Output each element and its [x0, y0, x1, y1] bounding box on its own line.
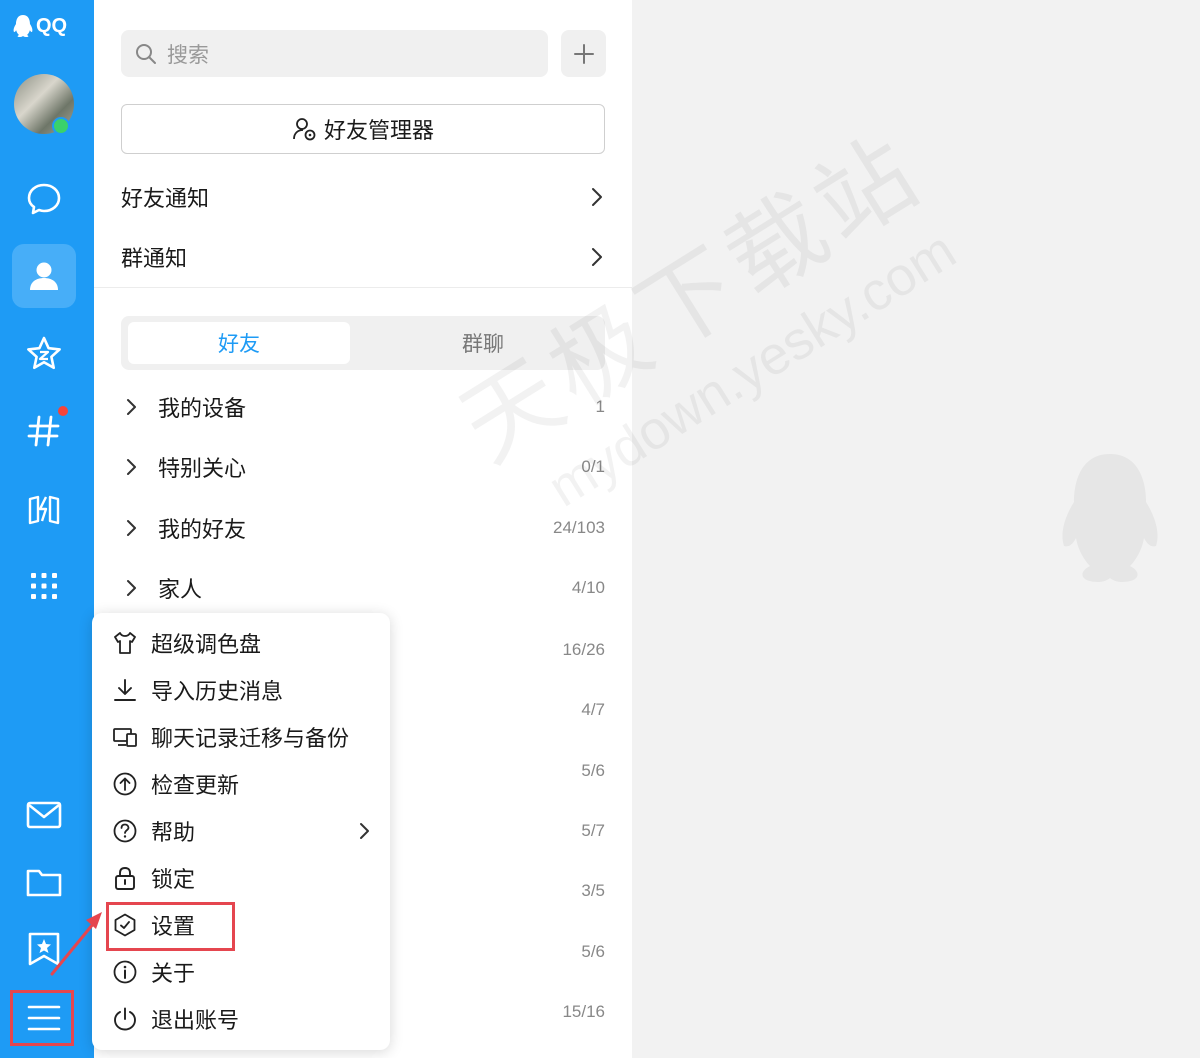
group-count: 15/16	[562, 1002, 605, 1021]
friend-manager-button[interactable]: 好友管理器	[121, 104, 605, 154]
shirt-icon	[112, 630, 138, 656]
search-placeholder: 搜索	[167, 42, 209, 67]
download-icon	[112, 677, 138, 703]
qq-logo: QQ	[12, 14, 67, 38]
lightning-card-icon	[28, 495, 60, 525]
group-count: 5/6	[581, 761, 605, 780]
section-divider	[94, 287, 632, 288]
group-count: 4/7	[581, 700, 605, 719]
hashtag-icon	[27, 415, 60, 447]
menu-item-import-history[interactable]: 导入历史消息	[112, 671, 382, 709]
penguin-logo-icon	[13, 15, 33, 37]
help-circle-icon	[112, 818, 138, 844]
upload-circle-icon	[112, 771, 138, 797]
group-count: 1	[595, 397, 605, 416]
group-name: 我的设备	[158, 397, 247, 422]
chevron-right-icon	[592, 248, 602, 266]
friend-group-row[interactable]: 家人 4/10	[121, 568, 605, 608]
info-icon	[112, 959, 138, 985]
chat-bubble-icon	[27, 183, 61, 215]
nav-qzone[interactable]	[12, 322, 76, 386]
friend-manager-label: 好友管理器	[323, 119, 434, 144]
menu-item-lock[interactable]: 锁定	[112, 859, 382, 897]
group-name: 家人	[158, 578, 203, 603]
friend-notice-label: 好友通知	[121, 187, 210, 212]
add-button[interactable]	[561, 30, 606, 77]
folder-icon	[26, 869, 62, 897]
menu-item-check-update[interactable]: 检查更新	[112, 765, 382, 803]
logo-text: QQ	[36, 14, 68, 37]
chevron-right-icon	[592, 188, 602, 206]
nav-games[interactable]	[12, 477, 76, 541]
menu-item-chat-backup[interactable]: 聊天记录迁移与备份	[112, 718, 382, 756]
star-icon	[27, 336, 61, 370]
group-count: 3/5	[581, 881, 605, 900]
chevron-right-icon	[127, 580, 136, 596]
menu-item-theme-palette[interactable]: 超级调色盘	[112, 624, 382, 662]
qq-penguin-placeholder-icon	[1058, 450, 1162, 602]
group-notice-row[interactable]: 群通知	[121, 232, 605, 282]
group-count: 24/103	[553, 518, 605, 537]
chevron-right-icon	[358, 821, 372, 841]
group-name: 特别关心	[158, 457, 247, 482]
menu-item-about[interactable]: 关于	[112, 953, 382, 991]
lock-icon	[112, 865, 138, 891]
red-arrow-annotation	[50, 912, 102, 976]
online-status-dot	[52, 117, 70, 135]
person-settings-icon	[293, 118, 316, 141]
devices-icon	[112, 724, 138, 750]
friend-group-row[interactable]: 我的设备 1	[121, 387, 605, 427]
search-icon	[136, 43, 156, 64]
tab-friends[interactable]: 好友	[128, 322, 350, 364]
friend-notice-row[interactable]: 好友通知	[121, 172, 605, 222]
group-count: 4/10	[571, 578, 605, 597]
chevron-right-icon	[127, 399, 136, 415]
power-icon	[112, 1006, 138, 1032]
group-name: 我的好友	[158, 518, 247, 543]
person-icon	[30, 262, 58, 290]
main-context-menu: 超级调色盘 导入历史消息 聊天记录迁移与备份 检查更新 帮助 锁定 设置 关于 …	[92, 613, 390, 1050]
notification-dot	[58, 406, 68, 416]
group-count: 5/6	[581, 942, 605, 961]
plus-icon	[573, 43, 594, 64]
nav-contacts[interactable]	[12, 244, 76, 308]
friend-group-row[interactable]: 特别关心 0/1	[121, 447, 605, 487]
group-count: 5/7	[581, 821, 605, 840]
friend-group-row[interactable]: 我的好友 24/103	[121, 508, 605, 548]
chevron-right-icon	[127, 459, 136, 475]
settings-highlight-box	[106, 902, 235, 951]
search-input[interactable]: 搜索	[121, 30, 548, 77]
tab-groups[interactable]: 群聊	[367, 322, 599, 364]
contact-type-tabs: 好友 群聊	[121, 316, 605, 370]
group-notice-label: 群通知	[121, 247, 188, 272]
grid-dots-icon	[31, 573, 57, 599]
menu-button-highlight	[10, 990, 74, 1046]
nav-messages[interactable]	[12, 167, 76, 231]
chevron-right-icon	[127, 520, 136, 536]
menu-item-logout[interactable]: 退出账号	[112, 1000, 382, 1038]
nav-more-apps[interactable]	[12, 554, 76, 618]
nav-mail[interactable]	[12, 783, 76, 847]
mail-icon	[26, 801, 62, 829]
menu-item-help[interactable]: 帮助	[112, 812, 382, 850]
group-count: 0/1	[581, 457, 605, 476]
group-count: 16/26	[562, 640, 605, 659]
